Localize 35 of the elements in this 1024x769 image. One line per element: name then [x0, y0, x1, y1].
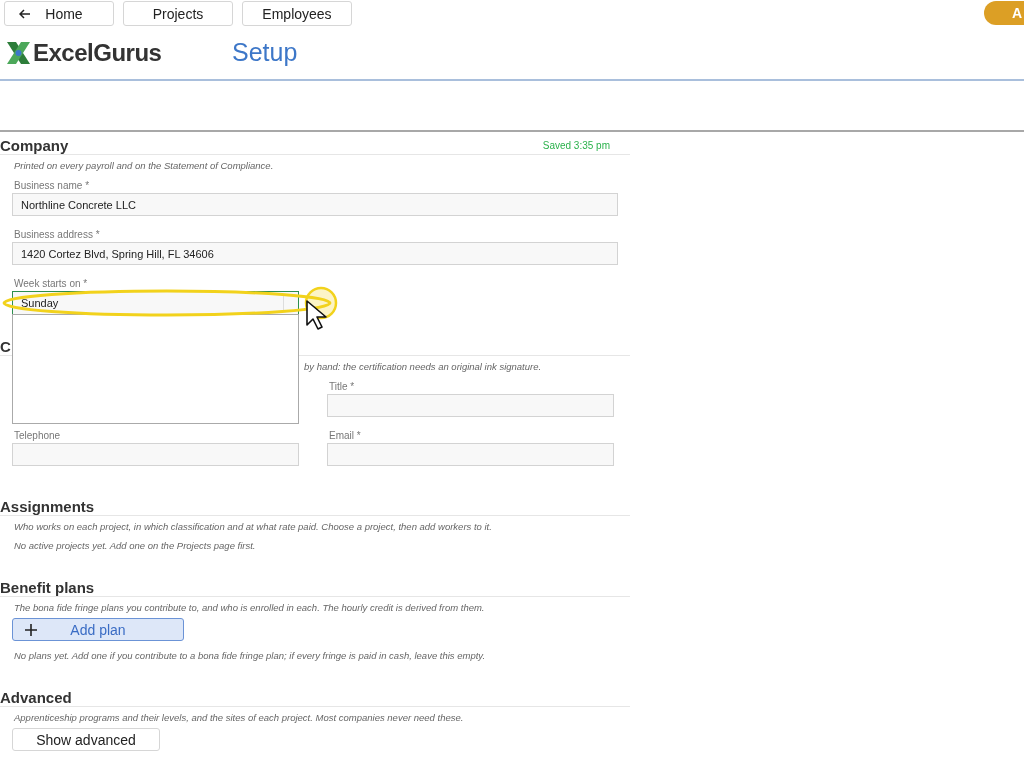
nav-button[interactable]: Projects [123, 1, 233, 26]
section-description: by hand: the certification needs an original ink signature. [303, 360, 543, 374]
field-label: Business name * [13, 179, 91, 193]
nav-button[interactable]: Employees [242, 1, 352, 26]
dropdown-list[interactable] [12, 314, 299, 424]
section-description: No plans yet. Add one if you contribute to a bona fide fringe plan; if every fringe is paid in cash, leave this empty. [13, 649, 487, 663]
field-label: Business address * [13, 228, 101, 242]
section-heading: Company [0, 137, 69, 154]
input-field[interactable] [327, 394, 614, 417]
section-heading: Benefit plans [0, 579, 95, 596]
field-label: Email * [328, 429, 362, 443]
section-description: Who works on each project, in which classification and at what rate paid. Choose a project, then add workers to it. [13, 520, 493, 534]
plus-icon [25, 624, 37, 636]
input-field[interactable] [12, 443, 299, 466]
show-advanced-button[interactable]: Show advanced [12, 728, 160, 751]
logo-icon [5, 39, 32, 66]
page-title: Setup [232, 38, 298, 67]
add-button[interactable]: Add plan [12, 618, 184, 641]
input-field[interactable] [327, 443, 614, 466]
input-field[interactable]: Northline Concrete LLC [12, 193, 618, 216]
section-description: The bona fide fringe plans you contribute to, and who is enrolled in each. The hourly credit is derived from them. [13, 601, 486, 615]
save-status: Saved 3:35 pm [542, 140, 610, 151]
section-heading: Assignments [0, 498, 95, 515]
nav-button[interactable]: Home [4, 1, 114, 26]
field-label: Telephone [13, 429, 62, 443]
section-description: Apprenticeship programs and their levels, and the sites of each project. Most companies never need these. [13, 711, 465, 725]
section-heading: Advanced [0, 689, 72, 706]
field-label: Title * [328, 380, 356, 394]
field-label: Week starts on * [13, 277, 89, 291]
back-arrow-icon [19, 8, 32, 19]
section-description: No active projects yet. Add one on the Projects page first. [13, 539, 257, 553]
section-heading: C [0, 338, 11, 355]
input-field[interactable]: 1420 Cortez Blvd, Spring Hill, FL 34606 [12, 242, 618, 265]
section-description: Printed on every payroll and on the Statement of Compliance. [13, 159, 275, 173]
brand-name: ExcelGurus [33, 38, 162, 67]
